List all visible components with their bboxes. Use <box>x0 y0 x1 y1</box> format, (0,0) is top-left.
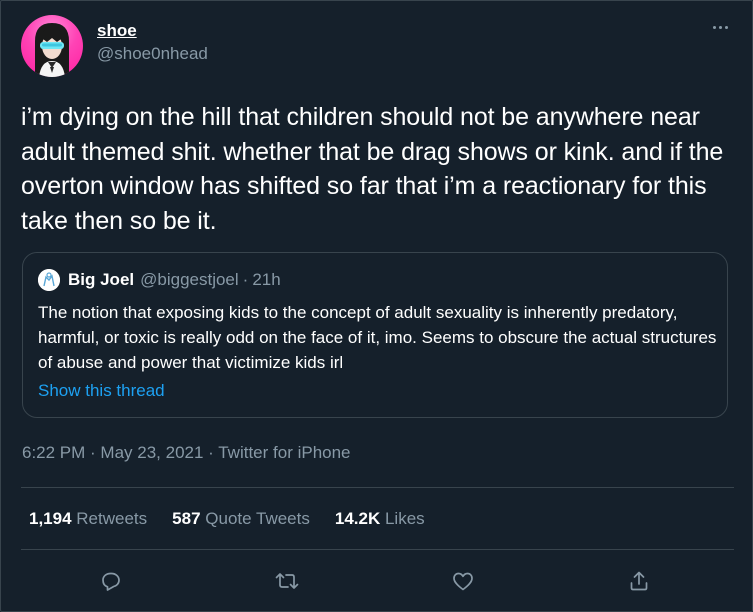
quoted-timestamp: 21h <box>252 270 281 289</box>
like-icon[interactable] <box>449 567 477 595</box>
share-icon[interactable] <box>625 567 653 595</box>
quoted-avatar <box>38 269 60 291</box>
likes-label: Likes <box>384 509 425 528</box>
author-block: shoe @shoe0nhead <box>97 21 208 65</box>
divider <box>21 549 734 550</box>
quoted-handle: @biggestjoel <box>140 270 239 289</box>
avatar[interactable] <box>21 15 83 77</box>
quote-tweets-stat[interactable]: 587 Quote Tweets <box>172 508 310 530</box>
author-handle[interactable]: @shoe0nhead <box>97 43 208 65</box>
tweet-header: shoe @shoe0nhead <box>21 15 734 79</box>
tweet-text: i’m dying on the hill that children shou… <box>21 103 724 235</box>
quoted-separator: · <box>242 270 249 289</box>
likes-stat[interactable]: 14.2K Likes <box>335 508 425 530</box>
retweets-label: Retweets <box>76 509 148 528</box>
show-thread-link[interactable]: Show this thread <box>38 380 165 402</box>
quoted-tweet[interactable]: Big Joel @biggestjoel · 21h The notion t… <box>22 252 728 418</box>
retweet-icon[interactable] <box>273 567 301 595</box>
quoted-avatar-illustration <box>38 269 60 291</box>
retweets-stat[interactable]: 1,194 Retweets <box>29 508 147 530</box>
retweets-count: 1,194 <box>29 509 72 528</box>
quoted-tweet-text: The notion that exposing kids to the con… <box>38 303 717 372</box>
quote-tweets-count: 587 <box>172 509 201 528</box>
avatar-illustration <box>35 23 69 77</box>
tweet-stats: 1,194 Retweets 587 Quote Tweets 14.2K Li… <box>29 508 425 530</box>
likes-count: 14.2K <box>334 509 381 528</box>
quoted-tweet-header: Big Joel @biggestjoel · 21h <box>38 269 281 291</box>
quote-tweets-label: Quote Tweets <box>205 509 310 528</box>
quoted-display-name: Big Joel <box>68 270 135 289</box>
divider <box>21 487 734 488</box>
author-display-name[interactable]: shoe <box>97 21 208 41</box>
reply-icon[interactable] <box>97 567 125 595</box>
tweet-card: shoe @shoe0nhead i’m dying on the hill t… <box>0 0 753 612</box>
tweet-meta: 6:22 PM · May 23, 2021 · Twitter for iPh… <box>22 443 351 462</box>
action-bar <box>21 567 734 595</box>
more-options-icon[interactable] <box>710 19 730 35</box>
